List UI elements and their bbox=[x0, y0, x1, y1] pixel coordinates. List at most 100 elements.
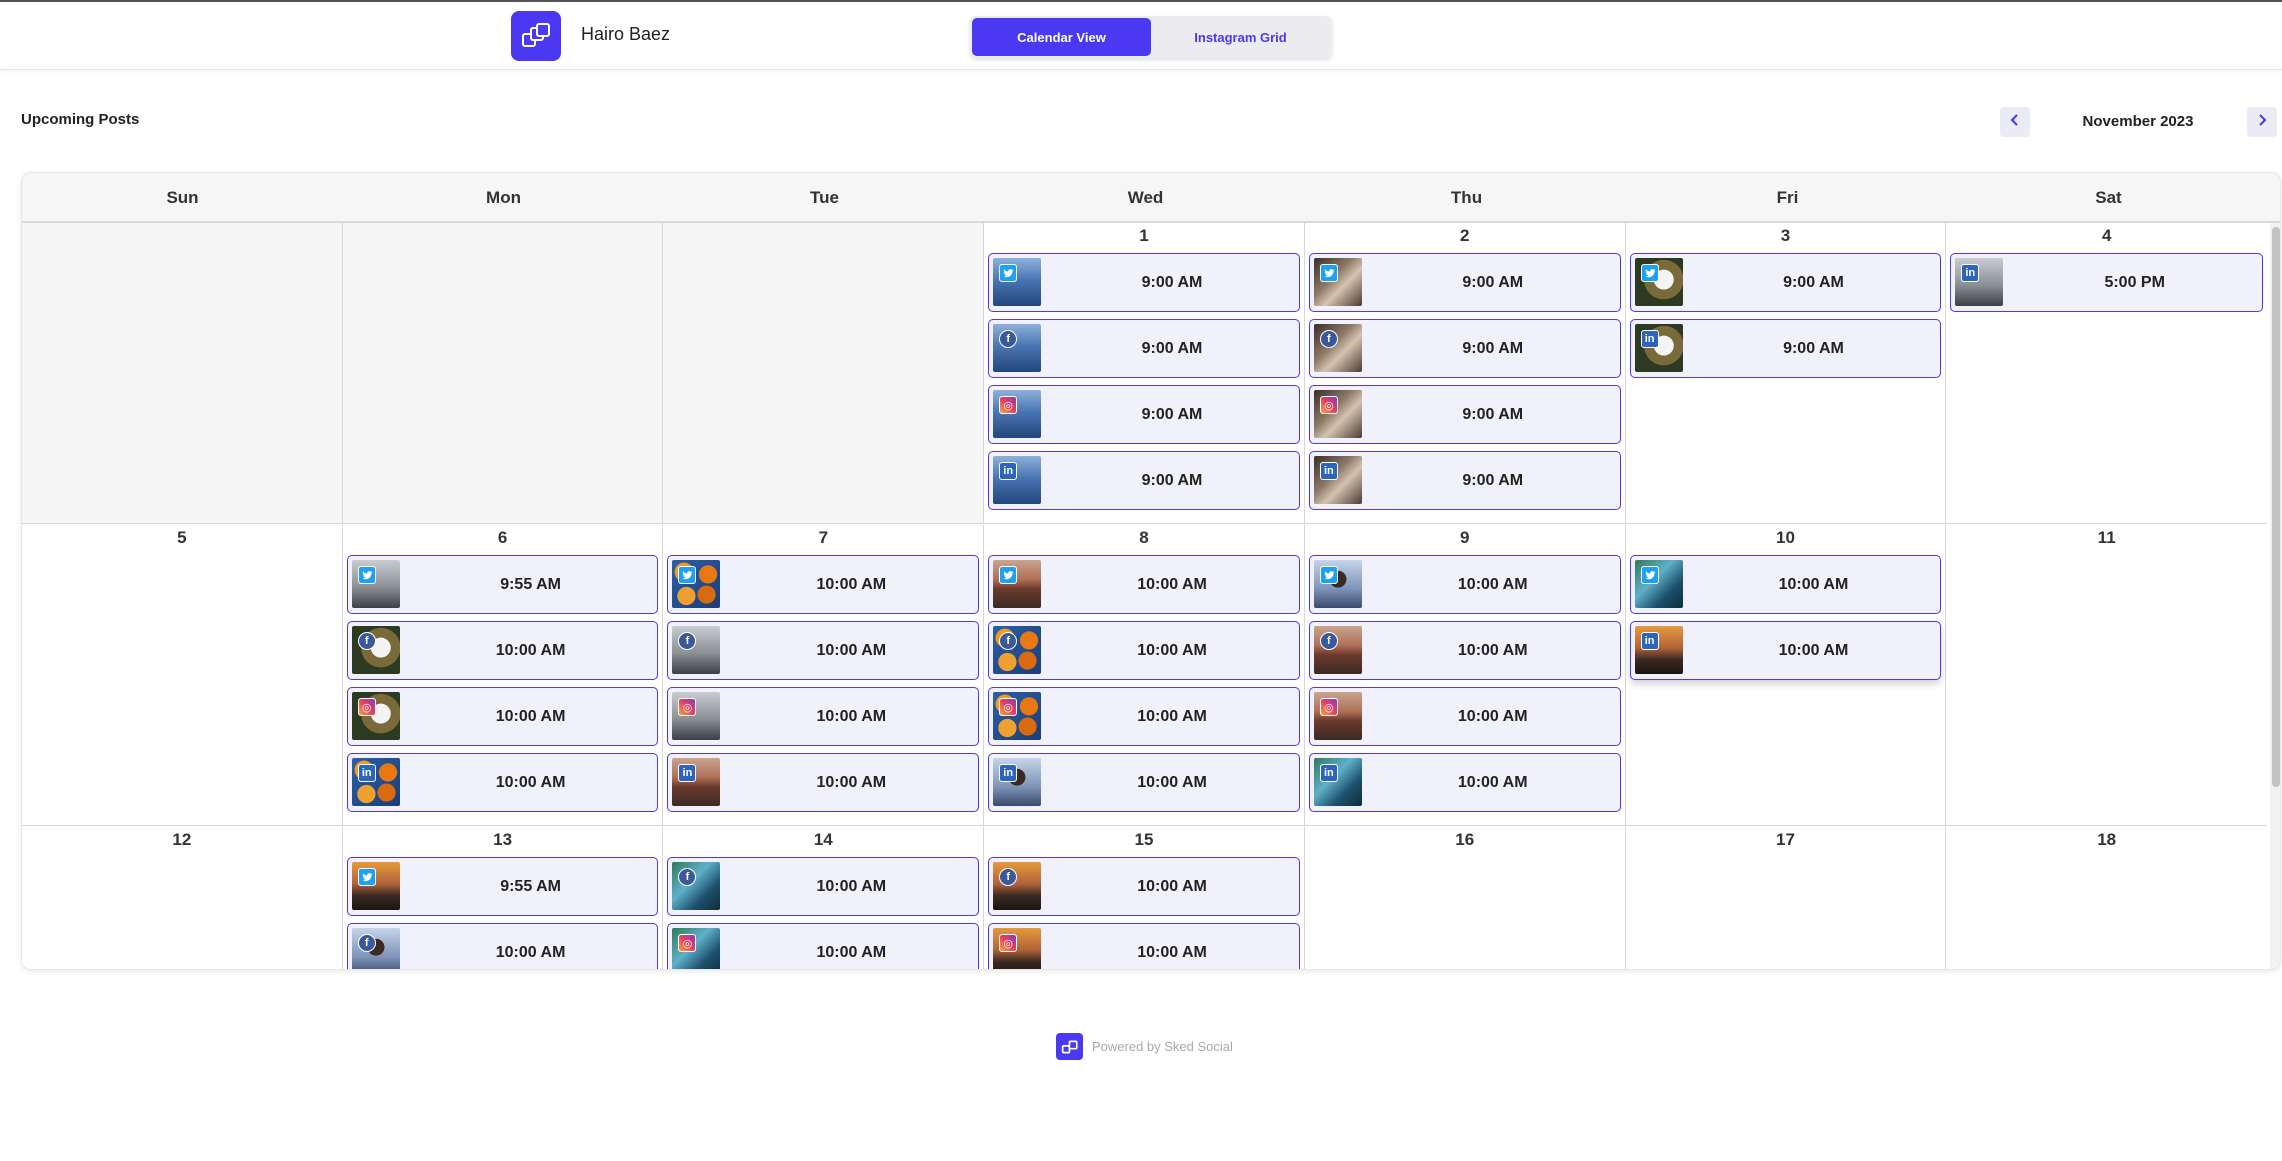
scheduled-post[interactable]: 10:00 AM bbox=[1629, 555, 1942, 614]
facebook-icon: f bbox=[999, 868, 1018, 886]
day-number: 2 bbox=[1460, 226, 1470, 245]
day-cell-11: 11 bbox=[1946, 525, 2267, 825]
post-time: 10:00 AM bbox=[1137, 773, 1207, 791]
post-thumbnail: in bbox=[993, 758, 1042, 806]
post-time: 9:55 AM bbox=[500, 575, 561, 593]
day-cell-8: 8 10:00 AM f 10:00 AM ◎ 10:00 AM in 10:00 AM bbox=[984, 525, 1305, 825]
post-time: 9:00 AM bbox=[1141, 339, 1203, 357]
view-toggle: Calendar View Instagram Grid bbox=[970, 16, 1332, 58]
scheduled-post[interactable]: 10:00 AM bbox=[988, 555, 1300, 614]
calendar-view-button[interactable]: Calendar View bbox=[972, 18, 1151, 56]
post-thumbnail: f bbox=[672, 862, 721, 910]
facebook-icon: f bbox=[678, 868, 697, 886]
scheduled-post[interactable]: in 9:00 AM bbox=[1308, 451, 1621, 510]
scheduled-post[interactable]: ◎ 10:00 AM bbox=[346, 687, 659, 746]
scheduled-post[interactable]: f 10:00 AM bbox=[988, 621, 1300, 680]
month-label: November 2023 bbox=[2082, 113, 2194, 130]
scheduled-post[interactable]: 9:00 AM bbox=[988, 253, 1300, 312]
post-time: 10:00 AM bbox=[816, 641, 887, 659]
scrollbar-thumb[interactable] bbox=[2272, 227, 2280, 787]
linkedin-icon: in bbox=[999, 764, 1018, 782]
twitter-icon bbox=[357, 566, 376, 584]
post-time: 10:00 AM bbox=[1137, 641, 1207, 659]
weekday-sat: Sat bbox=[2095, 188, 2122, 207]
day-number: 3 bbox=[1780, 226, 1791, 245]
scheduled-post[interactable]: 9:00 AM bbox=[1629, 253, 1942, 312]
facebook-icon: f bbox=[1319, 330, 1338, 348]
linkedin-icon: in bbox=[1640, 330, 1659, 348]
scheduled-post[interactable]: ◎ 10:00 AM bbox=[988, 687, 1300, 746]
weekday-wed: Wed bbox=[1127, 188, 1164, 207]
scheduled-post[interactable]: f 10:00 AM bbox=[988, 857, 1300, 916]
scheduled-post[interactable]: 10:00 AM bbox=[667, 555, 980, 614]
post-thumbnail: f bbox=[993, 626, 1042, 674]
post-time: 10:00 AM bbox=[816, 943, 887, 961]
scheduled-post[interactable]: f 9:00 AM bbox=[1308, 319, 1621, 378]
scheduled-post[interactable]: ◎ 10:00 AM bbox=[1308, 687, 1621, 746]
scheduled-post[interactable]: in 10:00 AM bbox=[667, 753, 980, 812]
day-number bbox=[343, 223, 663, 253]
day-number: 14 bbox=[813, 830, 833, 849]
post-time: 10:00 AM bbox=[1457, 575, 1528, 593]
scheduled-post[interactable]: 10:00 AM bbox=[1308, 555, 1621, 614]
calendar-scrollbar[interactable] bbox=[2270, 223, 2280, 969]
scheduled-post[interactable]: in 10:00 AM bbox=[1629, 621, 1942, 680]
post-thumbnail: ◎ bbox=[993, 692, 1042, 740]
day-cell-15: 15 f 10:00 AM ◎ 10:00 AM bbox=[984, 827, 1305, 969]
previous-month-button[interactable] bbox=[2000, 107, 2030, 137]
scheduled-post[interactable]: in 10:00 AM bbox=[1308, 753, 1621, 812]
linkedin-icon: in bbox=[999, 462, 1018, 480]
scheduled-post[interactable]: ◎ 9:00 AM bbox=[1308, 385, 1621, 444]
sked-logo-icon bbox=[511, 11, 561, 61]
scheduled-post[interactable]: f 10:00 AM bbox=[1308, 621, 1621, 680]
week-row: 12 13 9:55 AM f 10:00 AM 14 f 10:00 AM ◎ 10:00 AM… bbox=[22, 827, 2267, 969]
scheduled-post[interactable]: ◎ 10:00 AM bbox=[988, 923, 1300, 969]
post-time: 10:00 AM bbox=[1457, 707, 1528, 725]
day-number bbox=[22, 223, 342, 253]
scheduled-post[interactable]: 9:55 AM bbox=[346, 857, 659, 916]
scheduled-post[interactable]: in 9:00 AM bbox=[1629, 319, 1942, 378]
scheduled-post[interactable]: in 9:00 AM bbox=[988, 451, 1300, 510]
post-time: 9:00 AM bbox=[1462, 339, 1524, 357]
week-row: 5 6 9:55 AM f 10:00 AM ◎ 10:00 AM in 10:00 AM 7 10… bbox=[22, 525, 2267, 826]
scheduled-post[interactable]: ◎ 10:00 AM bbox=[667, 923, 980, 969]
scheduled-post[interactable]: f 10:00 AM bbox=[346, 621, 659, 680]
scheduled-post[interactable]: in 10:00 AM bbox=[988, 753, 1300, 812]
day-number: 7 bbox=[818, 528, 829, 547]
powered-by-text[interactable]: Powered by Sked Social bbox=[1092, 1039, 1233, 1054]
scheduled-post[interactable]: f 9:00 AM bbox=[988, 319, 1300, 378]
post-time: 9:00 AM bbox=[1783, 339, 1844, 357]
linkedin-icon: in bbox=[1640, 632, 1659, 650]
day-cell-6: 6 9:55 AM f 10:00 AM ◎ 10:00 AM in 10:00 AM bbox=[343, 525, 664, 825]
day-number: 8 bbox=[1139, 528, 1149, 547]
weekday-mon: Mon bbox=[486, 188, 521, 207]
post-time: 9:00 AM bbox=[1141, 471, 1203, 489]
instagram-grid-button[interactable]: Instagram Grid bbox=[1151, 18, 1330, 56]
instagram-icon: ◎ bbox=[1319, 698, 1338, 716]
scheduled-post[interactable]: in 10:00 AM bbox=[346, 753, 659, 812]
scheduled-post[interactable]: ◎ 10:00 AM bbox=[667, 687, 980, 746]
scheduled-post[interactable]: ◎ 9:00 AM bbox=[988, 385, 1300, 444]
scheduled-post[interactable]: f 10:00 AM bbox=[667, 621, 980, 680]
day-number: 10 bbox=[1775, 528, 1795, 547]
instagram-icon: ◎ bbox=[357, 698, 376, 716]
instagram-icon: ◎ bbox=[1319, 396, 1338, 414]
day-number: 11 bbox=[2097, 528, 2116, 547]
post-thumbnail: in bbox=[1634, 324, 1683, 372]
scheduled-post[interactable]: f 10:00 AM bbox=[346, 923, 659, 969]
twitter-icon bbox=[678, 566, 697, 584]
day-cell-empty bbox=[663, 223, 985, 523]
post-thumbnail: ◎ bbox=[672, 692, 721, 740]
linkedin-icon: in bbox=[678, 764, 697, 782]
app-header: Hairo Baez Calendar View Instagram Grid bbox=[0, 2, 2282, 70]
scheduled-post[interactable]: 9:55 AM bbox=[346, 555, 659, 614]
next-month-button[interactable] bbox=[2247, 107, 2277, 137]
facebook-icon: f bbox=[678, 632, 697, 650]
scheduled-post[interactable]: f 10:00 AM bbox=[667, 857, 980, 916]
scheduled-post[interactable]: 9:00 AM bbox=[1308, 253, 1621, 312]
scheduled-post[interactable]: in 5:00 PM bbox=[1950, 253, 2264, 312]
twitter-icon bbox=[1640, 264, 1659, 282]
calendar-grid[interactable]: 12 13 9:55 AM f 10:00 AM 14 f 10:00 AM ◎ 10:00 AM… bbox=[22, 223, 2280, 969]
weekday-thu: Thu bbox=[1450, 188, 1483, 207]
post-time: 10:00 AM bbox=[816, 773, 887, 791]
